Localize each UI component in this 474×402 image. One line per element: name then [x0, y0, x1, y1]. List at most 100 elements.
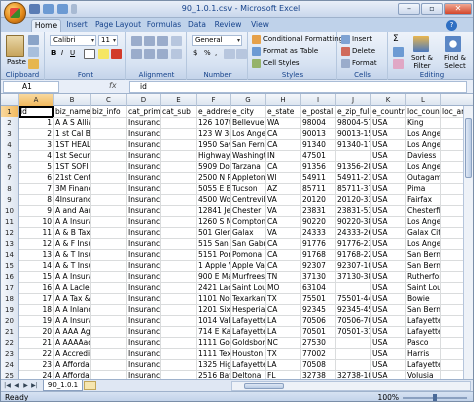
- align-middle-icon[interactable]: [144, 36, 155, 46]
- increase-decimal-icon[interactable]: [224, 49, 235, 59]
- last-sheet-icon[interactable]: ▶|: [30, 382, 39, 390]
- copy-icon[interactable]: [28, 47, 39, 57]
- vertical-scrollbar[interactable]: [463, 106, 473, 379]
- cell-styles-button[interactable]: Cell Styles: [263, 58, 300, 69]
- tab-insert[interactable]: Insert: [63, 19, 91, 32]
- column-header-f[interactable]: F: [197, 94, 231, 106]
- column-header-d[interactable]: D: [127, 94, 161, 106]
- maximize-button[interactable]: ▫: [421, 3, 443, 15]
- sheet-tab[interactable]: 90_1.0.1: [43, 380, 83, 391]
- column-header-i[interactable]: I: [301, 94, 336, 106]
- zoom-slider[interactable]: [403, 394, 467, 401]
- formula-input[interactable]: id: [129, 81, 467, 93]
- font-size-dropdown[interactable]: 11 ▾: [98, 35, 118, 46]
- font-family-dropdown[interactable]: Calibri ▾: [50, 35, 96, 46]
- save-icon[interactable]: [29, 4, 40, 14]
- tab-view[interactable]: View: [248, 19, 272, 32]
- prev-sheet-icon[interactable]: ◀: [12, 382, 21, 390]
- qat-dropdown-icon[interactable]: [71, 4, 77, 14]
- font-color-icon[interactable]: [111, 49, 122, 59]
- first-sheet-icon[interactable]: |◀: [3, 382, 12, 390]
- sort-filter-icon[interactable]: [413, 36, 429, 52]
- redo-icon[interactable]: [57, 4, 68, 14]
- cell[interactable]: Insurance - Life: [127, 370, 161, 379]
- zoom-slider-knob[interactable]: [433, 394, 437, 401]
- format-button[interactable]: Format: [352, 58, 377, 69]
- name-box[interactable]: A1: [3, 81, 59, 93]
- delete-button[interactable]: Delete: [352, 46, 375, 57]
- fill-icon[interactable]: [393, 47, 404, 57]
- cell[interactable]: 24: [19, 370, 54, 379]
- column-header-g[interactable]: G: [231, 94, 266, 106]
- column-header-c[interactable]: C: [91, 94, 127, 106]
- bold-button[interactable]: B: [51, 48, 56, 59]
- currency-button[interactable]: $: [193, 48, 197, 59]
- sort-filter-button[interactable]: Sort & Filter: [407, 54, 437, 70]
- align-right-icon[interactable]: [157, 49, 168, 59]
- column-header-a[interactable]: A: [19, 94, 54, 106]
- borders-icon[interactable]: [84, 49, 95, 59]
- vertical-scroll-thumb[interactable]: [465, 118, 472, 178]
- undo-icon[interactable]: [43, 4, 54, 14]
- tab-page-layout[interactable]: Page Layout: [94, 19, 142, 32]
- clear-icon[interactable]: [393, 59, 404, 69]
- align-center-icon[interactable]: [144, 49, 155, 59]
- status-ready: Ready: [5, 393, 29, 402]
- column-header-e[interactable]: E: [161, 94, 197, 106]
- underline-button[interactable]: U: [70, 48, 75, 59]
- horizontal-scrollbar[interactable]: [231, 381, 471, 391]
- paste-button[interactable]: Paste: [7, 57, 26, 68]
- insert-button[interactable]: Insert: [352, 34, 372, 45]
- insert-function-icon[interactable]: fx: [109, 81, 123, 93]
- zoom-level[interactable]: 100%: [378, 393, 399, 401]
- align-bottom-icon[interactable]: [157, 36, 168, 46]
- autosum-button[interactable]: Σ: [393, 34, 399, 45]
- fill-color-icon[interactable]: [98, 49, 109, 59]
- insert-sheet-icon[interactable]: [84, 381, 96, 390]
- cell[interactable]: Deltona: [231, 370, 266, 379]
- wrap-text-icon[interactable]: [171, 49, 182, 59]
- column-header-l[interactable]: L: [406, 94, 441, 106]
- cell[interactable]: [161, 370, 197, 379]
- tab-data[interactable]: Data: [186, 19, 208, 32]
- conditional-formatting-button[interactable]: Conditional Formatting: [263, 34, 343, 45]
- italic-button[interactable]: I: [61, 48, 63, 59]
- number-format-dropdown[interactable]: General ▾: [192, 35, 242, 46]
- cell[interactable]: FL: [266, 370, 301, 379]
- horizontal-scroll-thumb[interactable]: [244, 383, 284, 389]
- column-header-k[interactable]: K: [371, 94, 406, 106]
- cell[interactable]: A Affordable Insuran: [54, 370, 91, 379]
- cell[interactable]: Volusia: [406, 370, 441, 379]
- paste-icon[interactable]: [6, 35, 24, 57]
- minimize-button[interactable]: –: [398, 3, 420, 15]
- align-left-icon[interactable]: [131, 49, 142, 59]
- cell[interactable]: 32738-1011: [336, 370, 371, 379]
- cell[interactable]: 2516 Bay F: [197, 370, 231, 379]
- tab-formulas[interactable]: Formulas: [145, 19, 183, 32]
- next-sheet-icon[interactable]: ▶: [21, 382, 30, 390]
- percent-button[interactable]: %: [204, 48, 211, 59]
- column-header-j[interactable]: J: [336, 94, 371, 106]
- cell[interactable]: USA: [371, 370, 406, 379]
- cell[interactable]: [91, 370, 127, 379]
- close-button[interactable]: ✕: [444, 3, 472, 15]
- find-select-button[interactable]: Find & Select: [439, 54, 471, 70]
- tab-home[interactable]: Home: [31, 19, 61, 32]
- tab-review[interactable]: Review: [211, 19, 245, 32]
- office-button[interactable]: [4, 2, 26, 24]
- cut-icon[interactable]: [28, 35, 39, 45]
- row-header[interactable]: 25: [1, 370, 19, 379]
- cell[interactable]: 32738: [301, 370, 336, 379]
- help-icon[interactable]: ?: [446, 20, 457, 31]
- column-header-b[interactable]: B: [54, 94, 91, 106]
- comma-button[interactable]: ,: [215, 48, 217, 59]
- find-select-icon[interactable]: [445, 36, 461, 52]
- column-header-h[interactable]: H: [266, 94, 301, 106]
- format-painter-icon[interactable]: [28, 59, 39, 69]
- align-top-icon[interactable]: [131, 36, 142, 46]
- orientation-icon[interactable]: [171, 36, 182, 46]
- format-as-table-button[interactable]: Format as Table: [263, 46, 318, 57]
- font-label: Font: [77, 71, 94, 79]
- select-all-corner[interactable]: [1, 94, 19, 106]
- decrease-decimal-icon[interactable]: [236, 49, 247, 59]
